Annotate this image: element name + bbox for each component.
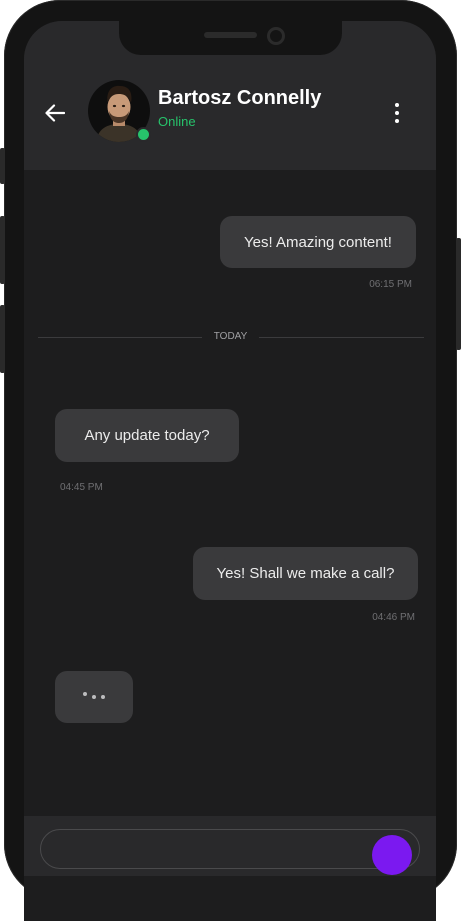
message-input[interactable] bbox=[40, 829, 420, 869]
more-options-button[interactable] bbox=[384, 98, 410, 128]
volume-up-button bbox=[0, 216, 5, 284]
message-text: Any update today? bbox=[84, 427, 210, 444]
message-bubble-incoming[interactable]: Any update today? bbox=[55, 409, 239, 462]
contact-name: Bartosz Connelly bbox=[158, 87, 322, 109]
send-button[interactable] bbox=[372, 835, 412, 875]
date-divider: TODAY bbox=[38, 330, 424, 344]
message-text: Yes! Shall we make a call? bbox=[216, 565, 395, 582]
typing-indicator bbox=[55, 671, 133, 723]
message-time: 04:45 PM bbox=[60, 482, 103, 493]
front-camera bbox=[267, 27, 285, 45]
arrow-left-icon bbox=[45, 104, 65, 122]
volume-down-button bbox=[0, 305, 5, 373]
online-status-dot bbox=[136, 127, 151, 142]
date-divider-label: TODAY bbox=[213, 331, 248, 342]
mute-switch bbox=[0, 148, 5, 184]
message-bubble-outgoing[interactable]: Yes! Shall we make a call? bbox=[193, 547, 418, 600]
power-button bbox=[456, 238, 461, 350]
message-time: 04:46 PM bbox=[372, 612, 415, 623]
back-button[interactable] bbox=[41, 99, 69, 127]
message-time: 06:15 PM bbox=[369, 279, 412, 290]
speaker-grille bbox=[204, 32, 257, 38]
typing-dots-icon bbox=[83, 692, 105, 699]
contact-status: Online bbox=[158, 114, 196, 129]
more-vertical-icon bbox=[395, 103, 399, 107]
message-bubble-outgoing[interactable]: Yes! Amazing content! bbox=[220, 216, 416, 268]
message-text: Yes! Amazing content! bbox=[244, 233, 392, 251]
